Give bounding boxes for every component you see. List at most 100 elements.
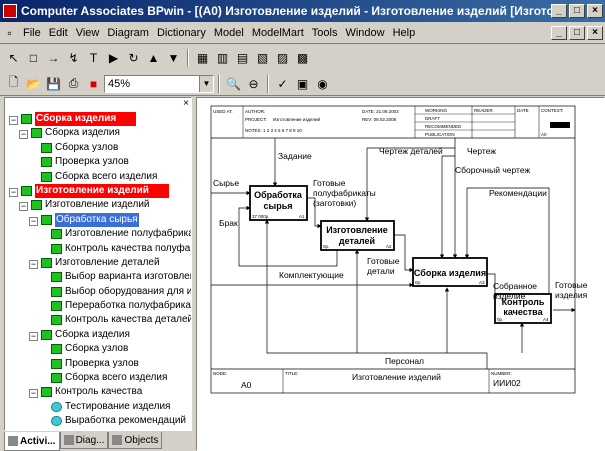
- box-a2-num: A2: [386, 244, 392, 249]
- tree-item[interactable]: Тестирование изделия: [5, 400, 191, 414]
- menu-model[interactable]: Model: [210, 27, 248, 39]
- activity-icon: [31, 128, 42, 139]
- menu-diagram[interactable]: Diagram: [103, 27, 153, 39]
- tree-item[interactable]: − Сборка изделия: [5, 112, 191, 126]
- menu-view[interactable]: View: [72, 27, 104, 39]
- label-sobrannoe-2: изделие: [493, 291, 526, 301]
- idef0-diagram[interactable]: USED AT: AUTHOR: PROJECT: Изготовление и…: [197, 98, 605, 451]
- tree-expander-icon[interactable]: −: [19, 130, 28, 140]
- tree-item[interactable]: Проверка узлов: [5, 357, 191, 371]
- toolbar-separator: [218, 74, 220, 93]
- activity-icon: [21, 185, 32, 196]
- mart-sync-icon[interactable]: ▩: [293, 49, 312, 68]
- tree-item-label: Изготовление полуфабрикатов: [65, 228, 191, 240]
- tree-expander-icon[interactable]: −: [29, 389, 38, 399]
- model-explorer-icon[interactable]: ▣: [293, 74, 312, 93]
- toolbar-separator: [267, 74, 269, 93]
- toolbar-separator: [187, 49, 189, 67]
- tree-expander-icon[interactable]: −: [29, 331, 38, 341]
- label-gotovye-izd-1: Готовые: [555, 280, 588, 290]
- mart-report-icon[interactable]: ▨: [273, 49, 292, 68]
- menu-file[interactable]: File: [19, 27, 45, 39]
- ftr-node-value: A0: [241, 380, 252, 390]
- box-a4-num: A4: [543, 317, 549, 322]
- tree-item[interactable]: Сборка узлов: [5, 342, 191, 356]
- tree-item[interactable]: − Изготовление изделий: [5, 198, 191, 212]
- modelmart-icon[interactable]: ▦: [193, 49, 212, 68]
- tree-item-label: Сборка узлов: [55, 141, 119, 153]
- offpage-tool-icon[interactable]: ▶: [104, 49, 123, 68]
- tree-item[interactable]: Сборка всего изделия: [5, 371, 191, 385]
- diagram-go-icon[interactable]: ↻: [124, 49, 143, 68]
- tree-item[interactable]: Контроль качества деталей: [5, 313, 191, 327]
- tree-item[interactable]: Сборка всего изделия: [5, 170, 191, 184]
- tree-item[interactable]: − Сборка изделия: [5, 328, 191, 342]
- print-icon[interactable]: ⎙: [64, 74, 83, 93]
- report-icon[interactable]: ◉: [313, 74, 332, 93]
- checkin-icon[interactable]: ▤: [233, 49, 252, 68]
- tree-item[interactable]: Переработка полуфабрикатов: [5, 299, 191, 313]
- activity-box-a3[interactable]: Сборка изделия 0р. A3: [412, 257, 488, 287]
- zoom-out-icon[interactable]: ⊖: [244, 74, 263, 93]
- tree-item[interactable]: Изготовление полуфабрикатов: [5, 227, 191, 241]
- tree-expander-icon[interactable]: −: [19, 202, 28, 212]
- text-tool-icon[interactable]: T: [84, 49, 103, 68]
- menu-dictionary[interactable]: Dictionary: [153, 27, 210, 39]
- new-file-icon[interactable]: 🗋: [4, 74, 23, 93]
- tree-expander-icon[interactable]: −: [9, 116, 18, 125]
- tab-activities[interactable]: Activi...: [4, 432, 60, 451]
- zoom-select[interactable]: 45% ▼: [104, 74, 214, 93]
- tab-objects[interactable]: Objects: [108, 432, 163, 449]
- panel-close-icon[interactable]: ×: [183, 98, 189, 109]
- pointer-tool-icon[interactable]: ↖: [4, 49, 23, 68]
- arrow-tool-icon[interactable]: →: [44, 49, 63, 68]
- save-icon[interactable]: 💾: [44, 74, 63, 93]
- minimize-button[interactable]: _: [551, 4, 567, 18]
- tree-item[interactable]: − Контроль качества: [5, 385, 191, 399]
- menu-tools[interactable]: Tools: [308, 27, 342, 39]
- diagram-canvas[interactable]: USED AT: AUTHOR: PROJECT: Изготовление и…: [196, 97, 605, 451]
- go-up-icon[interactable]: ▲: [144, 49, 163, 68]
- activity-box-tool-icon[interactable]: □: [24, 49, 43, 68]
- tree-item[interactable]: − Обработка сырья: [5, 212, 191, 227]
- tab-diagrams[interactable]: Diag...: [59, 432, 109, 449]
- tree-expander-icon[interactable]: −: [9, 187, 18, 197]
- tree-expander-icon[interactable]: −: [29, 259, 38, 269]
- open-folder-icon[interactable]: 📂: [24, 74, 43, 93]
- tree-item[interactable]: Контроль качества полуфабрикатов: [5, 242, 191, 256]
- tree-item-label: Проверка узлов: [65, 357, 139, 369]
- tree-item[interactable]: Выбор оборудования для изготовления: [5, 285, 191, 299]
- tree-item-label: Контроль качества: [55, 386, 143, 398]
- activity-box-a2[interactable]: Изготовление деталей 0р. A2: [320, 220, 395, 251]
- box-a2-cost: 0р.: [323, 244, 329, 249]
- tree-item[interactable]: Выбор варианта изготовления: [5, 270, 191, 284]
- tree-item[interactable]: − Изготовление изделий: [5, 183, 191, 198]
- menu-help[interactable]: Help: [389, 27, 420, 39]
- tree-item[interactable]: Сборка узлов: [5, 141, 191, 155]
- doc-close-button[interactable]: ×: [587, 26, 603, 40]
- menu-window[interactable]: Window: [341, 27, 388, 39]
- tree-item[interactable]: − Изготовление деталей: [5, 256, 191, 270]
- activities-icon: [8, 436, 18, 446]
- menu-modelmart[interactable]: ModelMart: [248, 27, 308, 39]
- maximize-button[interactable]: □: [569, 4, 585, 18]
- color-palette-icon[interactable]: ■: [84, 74, 103, 93]
- doc-minimize-button[interactable]: _: [551, 26, 567, 40]
- spell-check-icon[interactable]: ✓: [273, 74, 292, 93]
- lock-icon[interactable]: ▥: [213, 49, 232, 68]
- squiggle-tool-icon[interactable]: ↯: [64, 49, 83, 68]
- doc-restore-button[interactable]: □: [569, 26, 585, 40]
- tree-expander-icon[interactable]: −: [29, 216, 38, 226]
- go-down-icon[interactable]: ▼: [164, 49, 183, 68]
- tree-item[interactable]: Выработка рекомендаций: [5, 414, 191, 428]
- zoom-icon[interactable]: 🔍: [224, 74, 243, 93]
- close-button[interactable]: ×: [587, 4, 603, 18]
- model-explorer-panel: × − Сборка изделия − Сборка изделия Сборка у…: [4, 97, 192, 431]
- tree-item[interactable]: Проверка узлов: [5, 155, 191, 169]
- activity-icon: [41, 214, 52, 225]
- checkout-icon[interactable]: ▧: [253, 49, 272, 68]
- chevron-down-icon[interactable]: ▼: [199, 75, 213, 92]
- tree-item[interactable]: − Сборка изделия: [5, 126, 191, 140]
- activity-box-a1[interactable]: Обработка сырья 37 000р. A1: [249, 185, 308, 221]
- menu-edit[interactable]: Edit: [45, 27, 72, 39]
